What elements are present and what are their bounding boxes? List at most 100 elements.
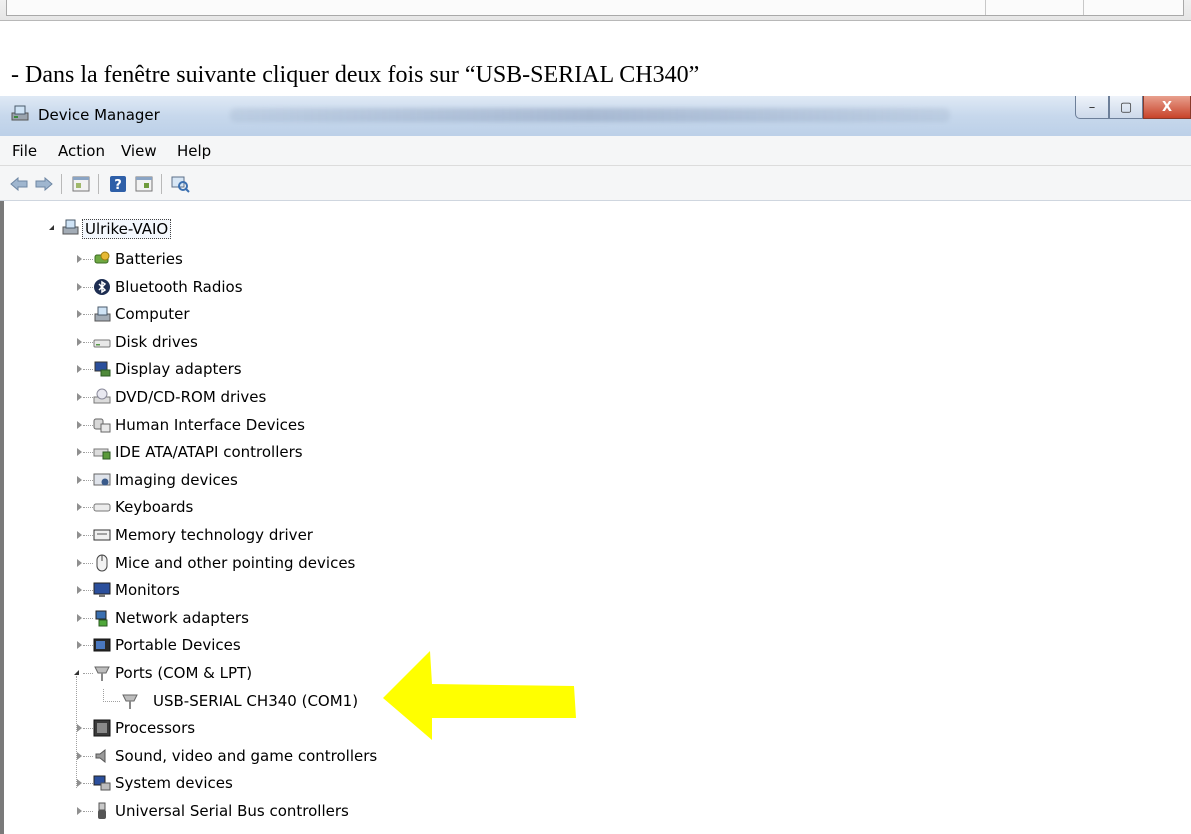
tree-category-item[interactable]	[0, 495, 1, 519]
tree-category-item[interactable]	[0, 744, 1, 768]
tree-category-item[interactable]	[0, 578, 1, 602]
tree-item-label: Display adapters	[115, 360, 242, 379]
properties-icon[interactable]	[70, 174, 92, 194]
window-title: Device Manager	[38, 106, 160, 124]
system-device-icon	[93, 774, 111, 792]
tree-category-item[interactable]	[0, 606, 1, 630]
tree-category-item[interactable]	[0, 275, 1, 299]
tree-category-item[interactable]	[0, 330, 1, 354]
collapse-arrow-icon[interactable]	[77, 613, 82, 622]
collapse-arrow-icon[interactable]	[77, 337, 82, 346]
tree-category-item[interactable]	[0, 771, 1, 795]
tree-item-label: Sound, video and game controllers	[115, 746, 378, 765]
menu-file[interactable]: File	[12, 142, 37, 160]
tree-category-item[interactable]	[0, 247, 1, 271]
collapse-arrow-icon[interactable]	[77, 586, 82, 595]
forward-icon[interactable]	[33, 174, 55, 194]
tree-item-label: Batteries	[115, 250, 183, 268]
tree-category-item[interactable]	[0, 357, 1, 381]
title-bar[interactable]: Device Manager – ▢ X	[0, 96, 1191, 136]
tree-category-item[interactable]	[0, 468, 1, 492]
tree-item-label: Monitors	[115, 581, 180, 600]
collapse-arrow-icon[interactable]	[77, 751, 82, 760]
tree-category-item[interactable]	[0, 661, 1, 685]
portable-device-icon	[93, 636, 111, 654]
toolbar: ?	[0, 166, 1191, 201]
tree-category-item[interactable]	[0, 523, 1, 547]
scan-hardware-icon[interactable]	[169, 174, 191, 194]
collapse-arrow-icon[interactable]	[77, 807, 82, 815]
hid-icon	[93, 416, 111, 434]
collapse-arrow-icon[interactable]	[77, 365, 82, 374]
tree-item-label: Mice and other pointing devices	[115, 553, 356, 572]
collapse-arrow-icon[interactable]	[77, 779, 82, 788]
collapse-arrow-icon[interactable]	[77, 724, 82, 733]
monitor-icon	[93, 581, 111, 599]
collapse-arrow-icon[interactable]	[77, 255, 82, 263]
tree-connector-dots	[83, 259, 93, 260]
tree-category-item[interactable]	[0, 799, 1, 823]
maximize-button[interactable]: ▢	[1109, 96, 1143, 119]
battery-icon	[93, 250, 111, 268]
minimize-button[interactable]: –	[1075, 96, 1109, 119]
window-controls: – ▢ X	[1075, 96, 1191, 120]
tree-connector-dots	[83, 755, 93, 757]
collapse-arrow-icon[interactable]	[77, 282, 82, 291]
tree-item-label: IDE ATA/ATAPI controllers	[115, 443, 303, 462]
processor-icon	[93, 719, 111, 737]
tree-connector-dots	[83, 645, 93, 647]
tree-category-item[interactable]	[0, 385, 1, 409]
tree-connector-dots	[103, 688, 120, 702]
collapse-arrow-icon[interactable]	[77, 420, 82, 429]
collapse-arrow-icon[interactable]	[77, 531, 82, 539]
collapse-arrow-icon[interactable]	[77, 558, 82, 567]
tree-connector-dots	[83, 728, 93, 730]
dvd-drive-icon	[93, 388, 111, 406]
expand-arrow-icon[interactable]	[49, 225, 54, 230]
tree-category-item[interactable]	[0, 302, 1, 326]
collapse-arrow-icon[interactable]	[77, 393, 82, 401]
tree-connector-dots	[83, 397, 93, 398]
tree-category-item[interactable]	[0, 716, 1, 740]
tree-item-label: Human Interface Devices	[115, 415, 305, 434]
tree-item-usb-serial[interactable]	[0, 689, 1, 713]
port-icon	[121, 692, 139, 710]
keyboard-icon	[93, 498, 111, 516]
tree-item-label: Portable Devices	[115, 636, 241, 655]
toolbar-separator	[61, 174, 62, 194]
tree-connector-dots	[83, 479, 93, 481]
collapse-arrow-icon[interactable]	[77, 310, 82, 319]
expand-arrow-icon[interactable]	[74, 670, 79, 675]
collapse-arrow-icon[interactable]	[77, 641, 82, 650]
tree-connector-dots	[83, 452, 93, 454]
tree-connector-dots	[83, 286, 93, 288]
highlight-arrow-annotation	[383, 651, 576, 740]
menu-help[interactable]: Help	[177, 142, 211, 160]
tree-connector-dots	[83, 673, 93, 674]
tree-connector-dots	[83, 617, 93, 619]
tree-item-label: Bluetooth Radios	[115, 277, 243, 296]
tree-connector-dots	[83, 590, 93, 592]
tree-category-item[interactable]	[0, 440, 1, 464]
collapse-arrow-icon[interactable]	[77, 503, 82, 512]
bluetooth-icon	[93, 278, 111, 296]
tree-item-label: Memory technology driver	[115, 526, 313, 544]
tree-root-computer[interactable]: Ulrike-VAIO	[82, 219, 172, 239]
help-icon[interactable]: ?	[107, 174, 129, 194]
tree-category-item[interactable]	[0, 413, 1, 437]
menu-view[interactable]: View	[121, 142, 157, 160]
tree-category-item[interactable]	[0, 633, 1, 657]
back-icon[interactable]	[8, 174, 30, 194]
collapse-arrow-icon[interactable]	[77, 475, 82, 484]
tree-category-item[interactable]	[0, 551, 1, 575]
menu-action[interactable]: Action	[58, 142, 105, 160]
tree-connector-dots	[83, 811, 93, 812]
usb-icon	[93, 802, 111, 820]
tree-item-label: Processors	[115, 719, 196, 738]
tree-connector-dots	[83, 507, 93, 509]
collapse-arrow-icon[interactable]	[77, 448, 82, 457]
update-driver-icon[interactable]	[133, 174, 155, 194]
tree-connector-dots	[83, 535, 93, 536]
close-button[interactable]: X	[1143, 96, 1191, 119]
tree-connector-dots	[83, 424, 93, 426]
